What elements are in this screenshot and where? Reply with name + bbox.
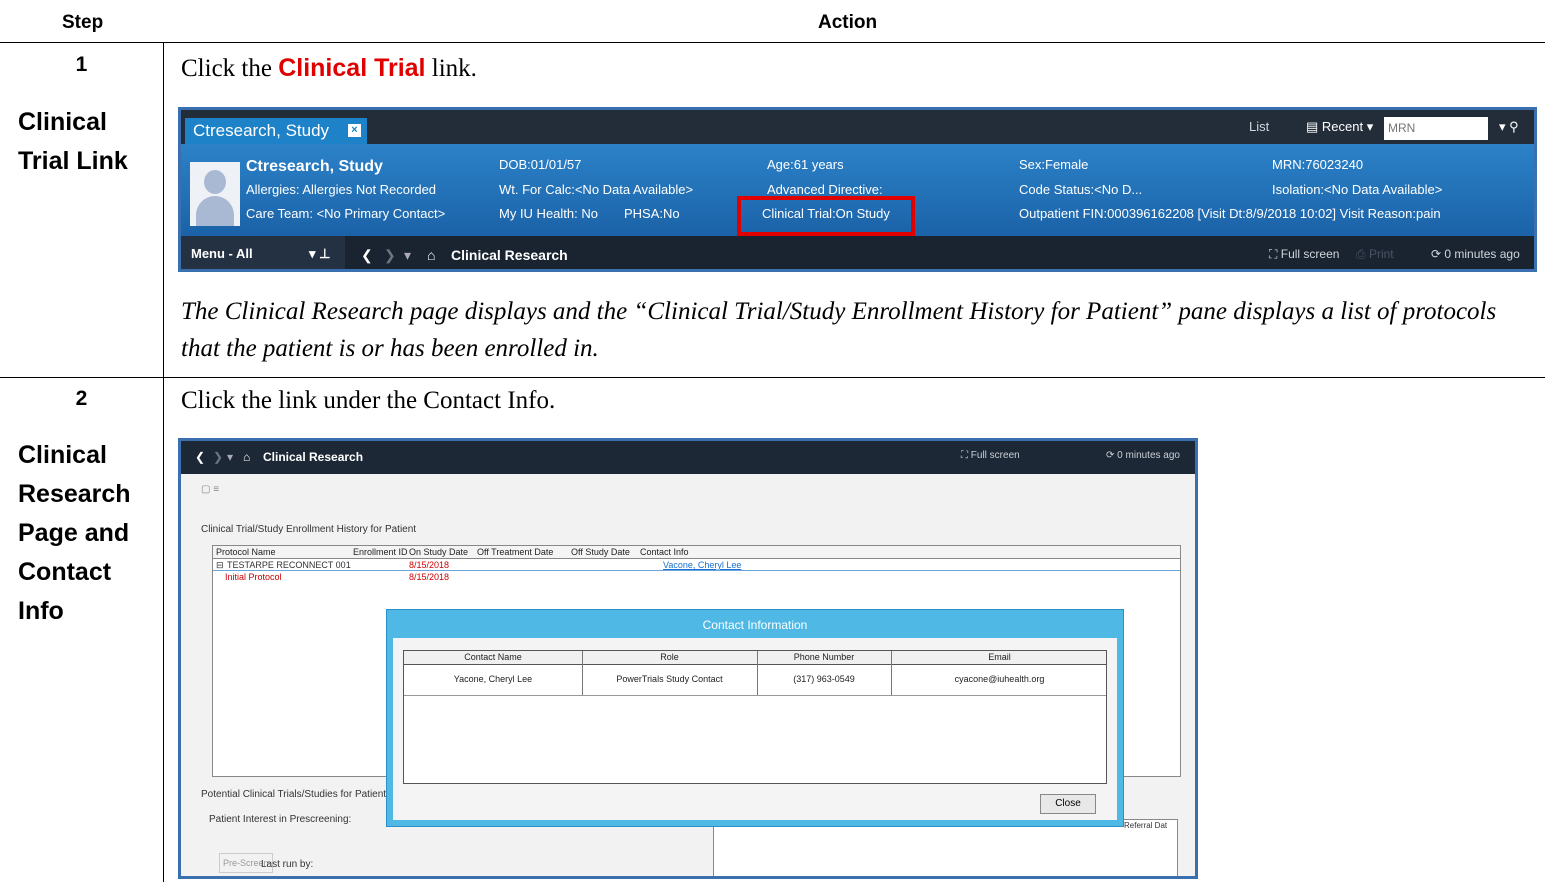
step-instruction: Click the Clinical Trial link. bbox=[181, 54, 477, 83]
refresh-button[interactable]: ⟳ 0 minutes ago bbox=[1431, 247, 1520, 261]
contact-phone-cell[interactable]: (317) 963-0549 bbox=[757, 674, 891, 684]
contact-column-header[interactable]: Phone Number bbox=[757, 652, 891, 662]
patient-tab-bar: Ctresearch, Study × List ▤ Recent ▾ ▾ ⚲ bbox=[181, 110, 1534, 144]
close-icon[interactable]: × bbox=[348, 124, 361, 137]
clinical-trial-link-label: Clinical Trial bbox=[278, 54, 426, 82]
patient-tab-label: Ctresearch, Study bbox=[193, 121, 330, 140]
instruction-text: Click the bbox=[181, 55, 279, 82]
home-icon[interactable]: ⌂ bbox=[427, 247, 435, 263]
grid-column-header[interactable]: Off Study Date bbox=[571, 547, 630, 557]
column-header-action: Action bbox=[818, 12, 878, 33]
grid-column-header[interactable]: Contact Info bbox=[640, 547, 689, 557]
back-arrow-icon[interactable]: ❮ bbox=[361, 247, 373, 264]
print-button[interactable]: ⎙ Print bbox=[1356, 247, 1394, 262]
age-field: Age:61 years bbox=[767, 157, 844, 172]
results-pane bbox=[713, 819, 1178, 876]
step-title: Clinical Research Page and Contact Info bbox=[18, 436, 148, 631]
dialog-content: Contact Name Role Phone Number Email Yac… bbox=[393, 638, 1117, 820]
grid-column-header[interactable]: On Study Date bbox=[409, 547, 468, 557]
toolbar-icons[interactable]: ▢ ≡ bbox=[201, 484, 219, 495]
navigation-bar: ❮ ❯ ▾ ⌂ Clinical Research ⛶ Full screen … bbox=[181, 441, 1195, 474]
contact-column-header[interactable]: Role bbox=[582, 652, 757, 662]
recent-icon: ▤ bbox=[1306, 119, 1322, 134]
contact-name-cell[interactable]: Yacone, Cheryl Lee bbox=[404, 674, 582, 684]
navigation-bar: Menu - All ▾ ⊥ ❮ ❯ ▾ ⌂ Clinical Research… bbox=[181, 236, 1534, 269]
patient-tab[interactable]: Ctresearch, Study × bbox=[185, 118, 367, 144]
grid-column-header[interactable]: Off Treatment Date bbox=[477, 547, 553, 557]
dob-field: DOB:01/01/57 bbox=[499, 157, 582, 172]
step-number: 1 bbox=[75, 53, 88, 76]
contact-table: Contact Name Role Phone Number Email Yac… bbox=[403, 650, 1107, 784]
mrn-field: MRN:76023240 bbox=[1272, 157, 1364, 172]
patient-name[interactable]: Ctresearch, Study bbox=[246, 158, 383, 176]
step-instruction: Click the link under the Contact Info. bbox=[181, 387, 556, 414]
history-dropdown-icon[interactable]: ▾ bbox=[404, 247, 411, 264]
grid-column-header[interactable]: Protocol Name bbox=[216, 547, 276, 557]
grid-header: Protocol Name Enrollment ID On Study Dat… bbox=[213, 546, 1180, 559]
refresh-button[interactable]: ⟳ 0 minutes ago bbox=[1106, 450, 1180, 461]
search-icon[interactable]: ▾ ⚲ bbox=[1499, 119, 1519, 135]
mrn-search-input[interactable] bbox=[1384, 117, 1488, 140]
step-title: Clinical Trial Link bbox=[18, 103, 148, 181]
prescreening-label: Patient Interest in Prescreening: bbox=[209, 814, 352, 825]
contact-column-header[interactable]: Contact Name bbox=[404, 652, 582, 662]
protocol-name: Initial Protocol bbox=[225, 572, 282, 582]
expand-icon[interactable]: ⊟ bbox=[216, 560, 224, 571]
grid-column-header[interactable]: Enrollment ID bbox=[353, 547, 408, 557]
menu-dropdown[interactable]: Menu - All ▾ ⊥ bbox=[181, 236, 345, 269]
care-team-field[interactable]: Care Team: <No Primary Contact> bbox=[246, 206, 445, 221]
step-number: 2 bbox=[75, 387, 88, 410]
pin-icon[interactable]: ▾ ⊥ bbox=[309, 236, 330, 269]
forward-arrow-icon[interactable]: ❯ bbox=[213, 450, 223, 464]
on-study-date: 8/15/2018 bbox=[409, 560, 450, 570]
sex-field: Sex:Female bbox=[1019, 157, 1089, 172]
patient-banner-screenshot: Ctresearch, Study × List ▤ Recent ▾ ▾ ⚲ … bbox=[178, 107, 1537, 272]
clinical-trial-highlight-box bbox=[737, 196, 915, 236]
page-title: Clinical Research bbox=[451, 247, 568, 263]
code-status-field[interactable]: Code Status:<No D... bbox=[1019, 182, 1142, 197]
close-button[interactable]: Close bbox=[1040, 794, 1096, 814]
full-screen-button[interactable]: ⛶ Full screen bbox=[1269, 247, 1339, 262]
recent-button[interactable]: ▤ Recent ▾ bbox=[1306, 119, 1373, 135]
history-dropdown-icon[interactable]: ▾ bbox=[227, 450, 233, 464]
contact-information-dialog: Contact Information Contact Name Role Ph… bbox=[386, 609, 1124, 827]
header-divider bbox=[0, 42, 1545, 43]
dialog-title: Contact Information bbox=[702, 618, 808, 632]
row-divider bbox=[0, 377, 1545, 378]
table-row[interactable]: ⊟ TESTARPE RECONNECT 001 8/15/2018 Vacon… bbox=[213, 560, 1180, 571]
step-title-text: Clinical Trial Link bbox=[18, 108, 128, 175]
contact-email-cell[interactable]: cyacone@iuhealth.org bbox=[891, 674, 1108, 684]
step-title-text: Clinical Research Page and Contact Info bbox=[18, 441, 131, 625]
isolation-field[interactable]: Isolation:<No Data Available> bbox=[1272, 182, 1442, 197]
full-screen-button[interactable]: ⛶ Full screen bbox=[961, 450, 1020, 461]
enrollment-pane-title: Clinical Trial/Study Enrollment History … bbox=[201, 524, 417, 535]
forward-arrow-icon[interactable]: ❯ bbox=[384, 247, 396, 264]
page-title: Clinical Research bbox=[263, 450, 364, 464]
contact-column-header[interactable]: Email bbox=[891, 652, 1108, 662]
instruction-text-end: link. bbox=[425, 55, 477, 82]
back-arrow-icon[interactable]: ❮ bbox=[195, 450, 205, 464]
step-result-description: The Clinical Research page displays and … bbox=[181, 298, 1497, 362]
avatar bbox=[190, 162, 240, 226]
visit-field[interactable]: Outpatient FIN:000396162208 [Visit Dt:8/… bbox=[1019, 206, 1441, 221]
column-header-step: Step bbox=[62, 12, 104, 33]
weight-field[interactable]: Wt. For Calc:<No Data Available> bbox=[499, 182, 693, 197]
potential-trials-title: Potential Clinical Trials/Studies for Pa… bbox=[201, 789, 387, 800]
clinical-research-screenshot: ❮ ❯ ▾ ⌂ Clinical Research ⛶ Full screen … bbox=[178, 438, 1198, 879]
on-study-date: 8/15/2018 bbox=[409, 572, 450, 582]
contact-role-cell[interactable]: PowerTrials Study Contact bbox=[582, 674, 757, 684]
protocol-name: TESTARPE RECONNECT 001 bbox=[227, 560, 351, 570]
column-divider bbox=[163, 43, 164, 882]
list-button[interactable]: List bbox=[1249, 119, 1269, 134]
my-iu-health-field: My IU Health: No bbox=[499, 206, 598, 221]
last-run-label: Last run by: bbox=[261, 859, 314, 870]
referral-date-header: Referral Dat bbox=[1124, 821, 1168, 830]
phsa-field: PHSA:No bbox=[624, 206, 680, 221]
advanced-directive-field[interactable]: Advanced Directive: bbox=[767, 182, 883, 197]
allergies-field[interactable]: Allergies: Allergies Not Recorded bbox=[246, 182, 436, 197]
contact-info-link[interactable]: Vacone, Cheryl Lee bbox=[663, 560, 741, 570]
home-icon[interactable]: ⌂ bbox=[243, 450, 250, 464]
table-row[interactable]: Initial Protocol 8/15/2018 bbox=[213, 572, 1180, 583]
